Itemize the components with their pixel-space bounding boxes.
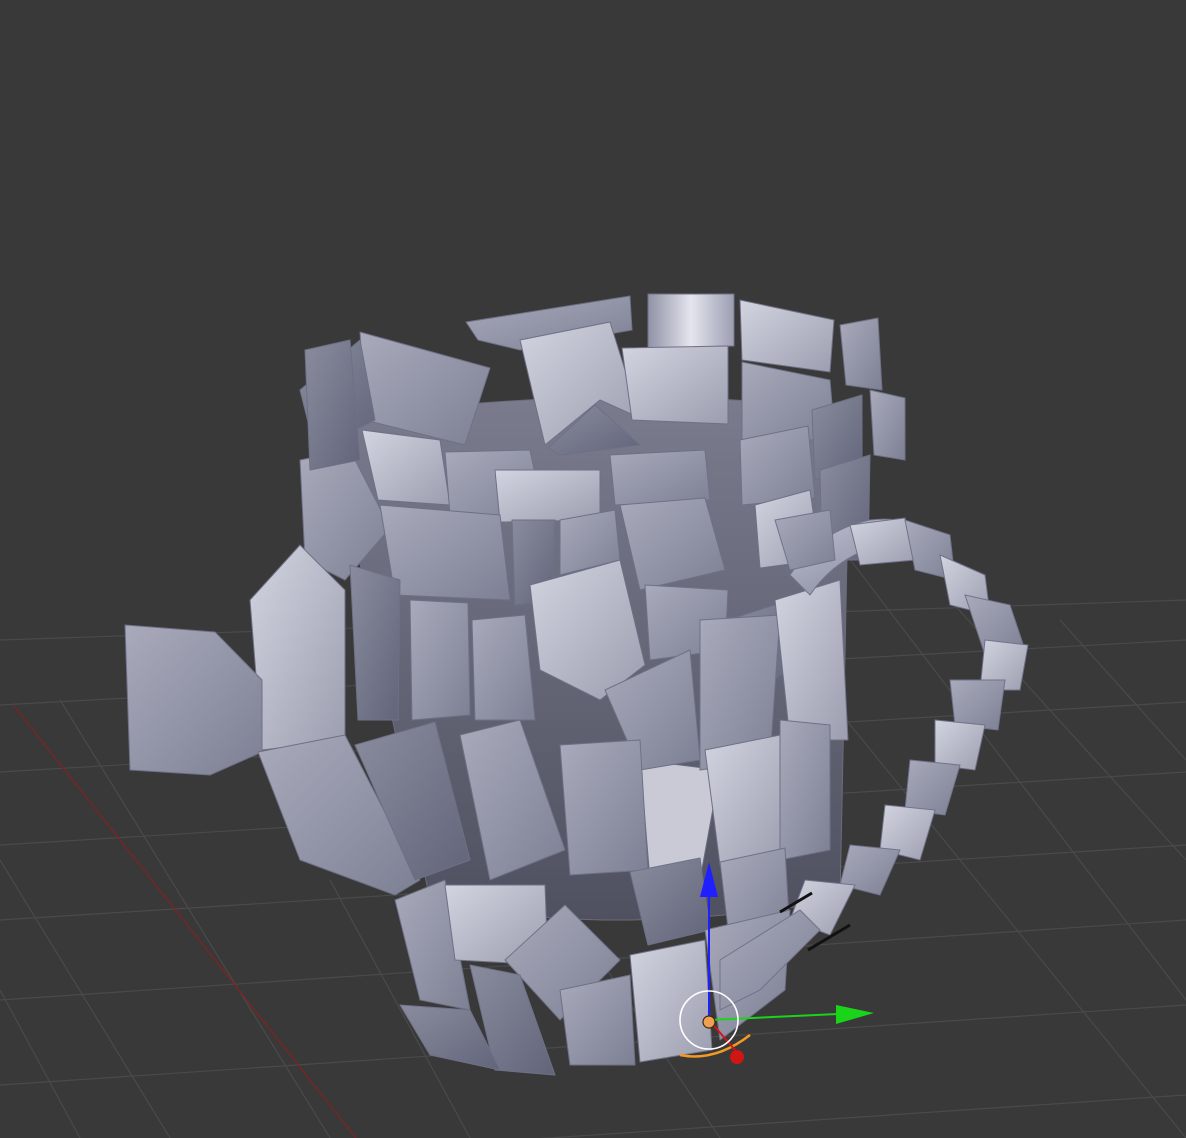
3d-viewport[interactable]: [0, 0, 1186, 1138]
y-axis-arrow[interactable]: [836, 1005, 874, 1024]
origin-icon: [702, 1015, 716, 1029]
viewport-canvas[interactable]: [0, 0, 1186, 1138]
x-axis-tip[interactable]: [730, 1050, 744, 1064]
